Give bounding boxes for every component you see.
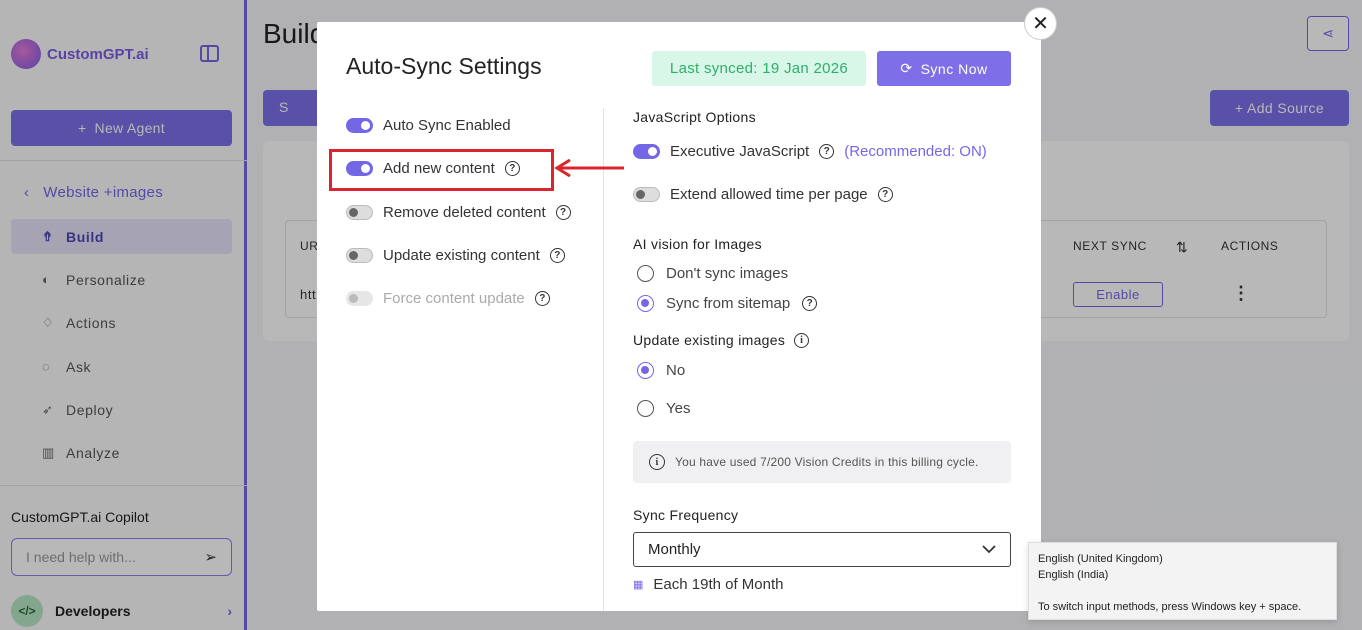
ime-hint: To switch input methods, press Windows k… [1038,601,1302,613]
sync-frequency-select[interactable]: Monthly [633,532,1011,567]
close-icon: ✕ [1032,13,1049,35]
toggle-label: Remove deleted content [383,204,546,221]
modal-title: Auto-Sync Settings [346,53,542,79]
update-images-no[interactable]: No [637,362,685,379]
update-images-title: Update existing images [633,332,786,348]
exec-js-row: Executive JavaScript ? (Recommended: ON) [633,143,987,160]
radio-label: Sync from sitemap [666,295,791,312]
last-synced-badge: Last synced: 19 Jan 2026 [652,51,866,86]
info-icon: i [649,454,665,470]
help-icon[interactable]: ? [549,248,565,263]
highlight-box [329,149,554,191]
refresh-icon: ⟳ [900,60,913,76]
update-existing-content-toggle[interactable] [346,248,373,263]
radio-button[interactable] [637,400,654,417]
js-options-title: JavaScript Options [633,109,756,125]
toggle-label: Auto Sync Enabled [383,117,511,134]
schedule-row: ▦ Each 19th of Month [633,576,784,593]
auto-sync-enabled-toggle[interactable] [346,118,373,133]
force-content-update-row: Force content update ? [346,290,550,307]
help-icon[interactable]: ? [877,187,893,202]
radio-button[interactable] [637,362,654,379]
info-icon[interactable]: i [794,332,810,348]
radio-button[interactable] [637,265,654,282]
toggle-label: Update existing content [383,247,540,264]
remove-deleted-content-row: Remove deleted content ? [346,204,571,221]
toggle-label: Force content update [383,290,525,307]
sync-now-button[interactable]: ⟳ Sync Now [877,51,1011,86]
radio-label: Yes [666,400,691,417]
schedule-text: Each 19th of Month [653,576,784,593]
vision-option-sitemap[interactable]: Sync from sitemap ? [637,295,818,312]
update-images-title-row: Update existing images i [633,332,810,348]
extend-time-toggle[interactable] [633,187,660,202]
vision-option-dont-sync[interactable]: Don't sync images [637,265,788,282]
recommended-note: (Recommended: ON) [844,143,987,160]
extend-time-row: Extend allowed time per page ? [633,186,893,203]
sync-frequency-value: Monthly [648,541,701,558]
update-existing-content-row: Update existing content ? [346,247,565,264]
ai-vision-title: AI vision for Images [633,236,762,252]
sync-now-label: Sync Now [920,60,988,77]
auto-sync-enabled-row: Auto Sync Enabled [346,117,511,134]
column-divider [603,108,604,611]
extend-time-label: Extend allowed time per page [670,186,868,203]
help-icon[interactable]: ? [534,291,550,306]
help-icon[interactable]: ? [802,296,818,311]
vision-credits-notice: i You have used 7/200 Vision Credits in … [633,441,1011,483]
radio-button[interactable] [637,295,654,312]
exec-js-label: Executive JavaScript [670,143,810,160]
ime-option[interactable]: English (United Kingdom) [1038,551,1327,567]
auto-sync-modal: Auto-Sync Settings Last synced: 19 Jan 2… [317,22,1041,611]
help-icon[interactable]: ? [819,144,835,159]
radio-label: Don't sync images [666,265,789,282]
update-images-yes[interactable]: Yes [637,400,690,417]
credits-text: You have used 7/200 Vision Credits in th… [675,454,979,469]
sync-frequency-title: Sync Frequency [633,507,739,523]
red-arrow-icon [554,159,624,177]
help-icon[interactable]: ? [555,205,571,220]
remove-deleted-content-toggle[interactable] [346,205,373,220]
force-content-update-toggle [346,291,373,306]
close-button[interactable]: ✕ [1024,7,1057,40]
chevron-down-icon [982,545,996,554]
input-method-tooltip: English (United Kingdom) English (India)… [1028,542,1337,620]
radio-label: No [666,362,686,379]
calendar-icon: ▦ [633,579,644,591]
ime-option[interactable]: English (India) [1038,567,1327,583]
exec-js-toggle[interactable] [633,144,660,159]
